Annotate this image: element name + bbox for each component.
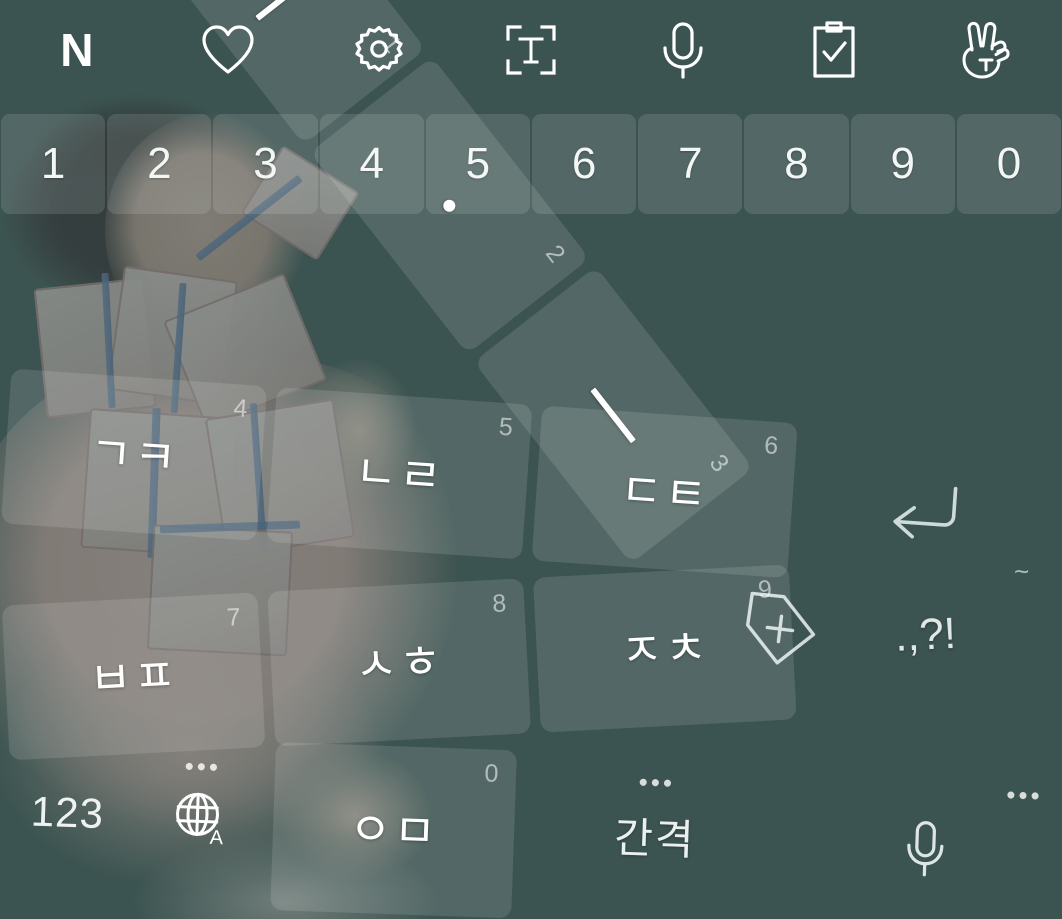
key-space[interactable]: ••• 간격 xyxy=(521,751,788,919)
microphone-icon xyxy=(903,819,949,879)
toolbar-vlive-button[interactable] xyxy=(910,0,1062,100)
key-sublabel: 5 xyxy=(497,412,514,442)
key-sublabel: 7 xyxy=(225,603,242,632)
keyboard: 1 2 3 4 5 6 7 8 9 0 1 2 3 4 ㄱㅋ 5 ㄴㄹ 6 ㄷㅌ… xyxy=(0,0,1062,919)
long-press-indicator: ••• xyxy=(1005,779,1044,811)
microphone-icon xyxy=(660,21,706,79)
key-siot-hieut[interactable]: 8 ㅅㅎ xyxy=(267,578,532,747)
keyboard-row-3: 7 ㅂㅍ 8 ㅅㅎ 9 ㅈㅊ ~ .,?! xyxy=(0,550,1062,761)
key-punctuation[interactable]: ~ .,?! xyxy=(799,551,1053,719)
key-jieut-chieut[interactable]: 9 ㅈㅊ xyxy=(532,564,797,733)
clipboard-check-icon xyxy=(810,21,858,79)
key-numeric-mode[interactable]: 123 xyxy=(3,733,132,892)
numkey-6[interactable]: 6 xyxy=(532,114,637,214)
key-language[interactable]: ••• A xyxy=(137,737,266,896)
numkey-2[interactable]: 2 xyxy=(107,114,212,214)
numkey-7[interactable]: 7 xyxy=(638,114,743,214)
key-sublabel: 2 xyxy=(540,239,571,268)
key-sublabel: 9 xyxy=(757,575,773,605)
vowel-dot-glyph xyxy=(441,197,459,214)
numkey-1[interactable]: 1 xyxy=(1,114,106,214)
long-press-indicator: ••• xyxy=(638,766,676,798)
toolbar-settings-button[interactable] xyxy=(303,0,455,100)
numkey-9[interactable]: 9 xyxy=(850,114,955,214)
key-sublabel: 8 xyxy=(491,589,507,618)
toolbar-favorites-button[interactable] xyxy=(152,0,304,100)
key-label: ㅈㅊ xyxy=(619,620,711,677)
v-hand-icon xyxy=(958,20,1014,80)
globe-language-icon: A xyxy=(169,785,233,849)
keyboard-app: N 1 2 3 4 5 6 7 8 9 0 1 2 3 4 ㄱㅋ 5 ㄴㄹ 6 … xyxy=(0,0,1062,919)
key-sublabel: 0 xyxy=(484,759,499,788)
toolbar: N xyxy=(0,0,1062,100)
toolbar-text-scan-button[interactable] xyxy=(455,0,607,100)
long-press-indicator: ••• xyxy=(184,750,222,783)
key-sublabel: 4 xyxy=(232,394,249,424)
key-voice[interactable]: ••• xyxy=(793,760,1060,919)
keyboard-row-4: 123 ••• A 0 ㅇㅁ ••• 간격 ••• xyxy=(0,733,1062,919)
key-label: ㅅㅎ xyxy=(353,634,445,691)
key-corner-label: ~ xyxy=(1013,555,1031,587)
text-scan-icon xyxy=(503,22,559,78)
enter-icon xyxy=(886,478,964,543)
key-sublabel: 6 xyxy=(763,431,780,461)
key-giyeok-kieuk[interactable]: 4 ㄱㅋ xyxy=(0,368,268,541)
svg-text:A: A xyxy=(209,826,224,848)
naver-logo-icon: N xyxy=(60,24,93,76)
key-nieun-rieul[interactable]: 5 ㄴㄹ xyxy=(266,387,533,560)
gear-icon xyxy=(352,23,406,77)
numkey-0[interactable]: 0 xyxy=(956,114,1062,214)
toolbar-clipboard-button[interactable] xyxy=(759,0,911,100)
key-label: .,?! xyxy=(893,608,958,661)
key-label: ㄴㄹ xyxy=(353,444,446,503)
key-label: 간격 xyxy=(613,813,697,864)
key-label: ㄱㅋ xyxy=(87,425,180,484)
key-digeut-tieut[interactable]: 6 ㄷㅌ xyxy=(531,405,798,579)
toolbar-naver-logo[interactable]: N xyxy=(0,0,152,100)
key-ieung-mieum[interactable]: 0 ㅇㅁ xyxy=(269,742,518,919)
key-label: ㄷㅌ xyxy=(618,462,711,521)
key-label: ㅂㅍ xyxy=(87,648,180,705)
numkey-8[interactable]: 8 xyxy=(744,114,849,214)
key-label: 123 xyxy=(30,787,105,837)
toolbar-voice-button[interactable] xyxy=(607,0,759,100)
key-label: ㅇㅁ xyxy=(348,802,439,858)
heart-icon xyxy=(200,24,256,76)
